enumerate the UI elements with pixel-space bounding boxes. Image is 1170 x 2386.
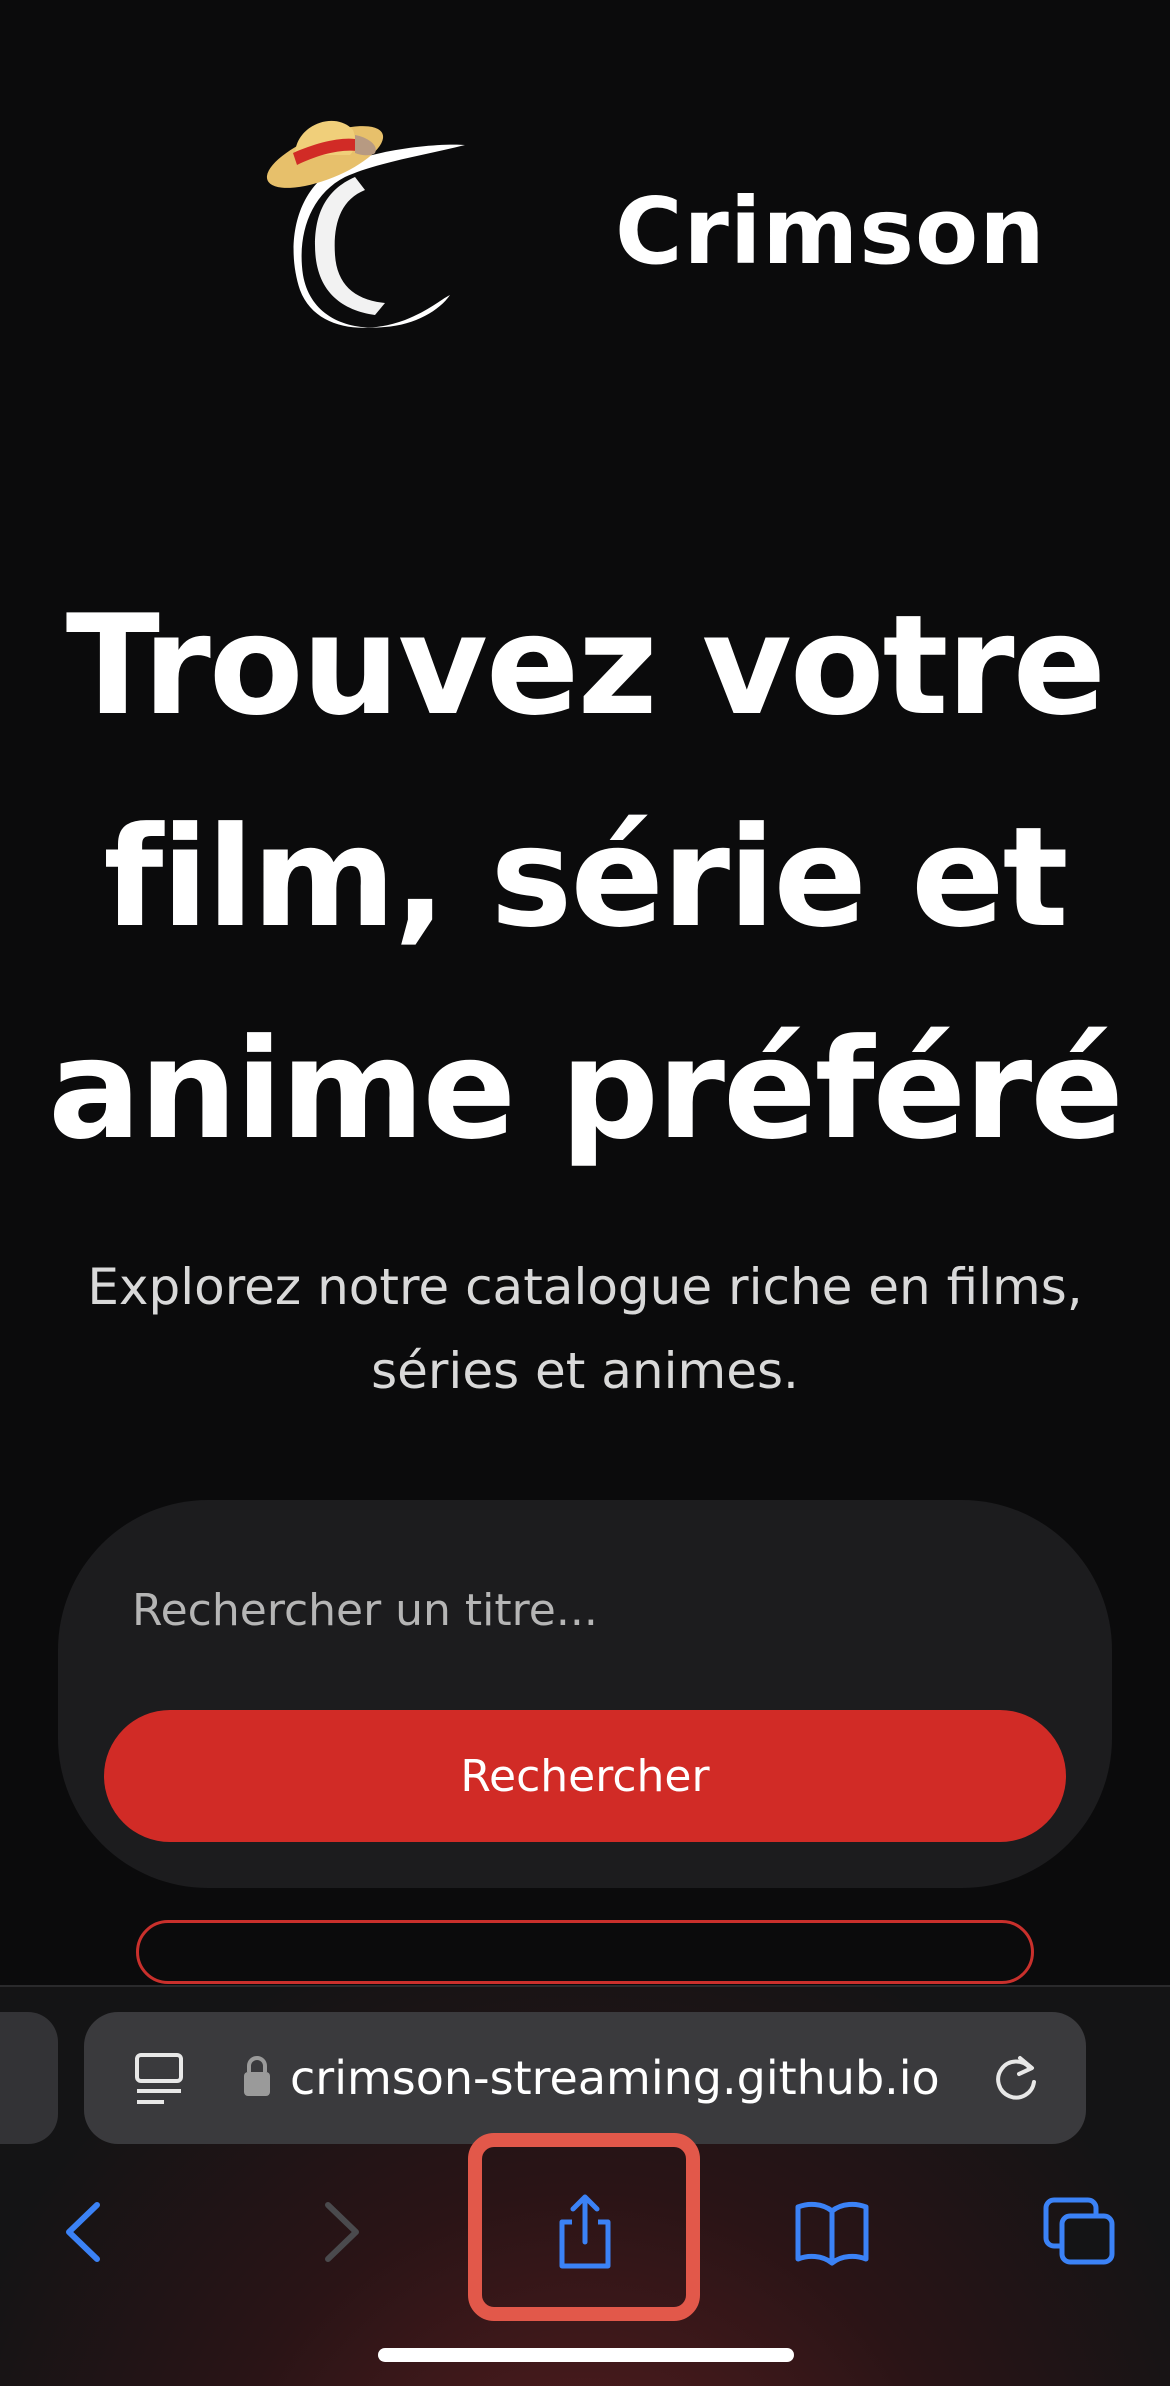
- search-card: Rechercher: [58, 1500, 1112, 1888]
- home-indicator[interactable]: [378, 2348, 794, 2362]
- reload-icon[interactable]: [990, 2052, 1042, 2104]
- hero-subtitle: Explorez notre catalogue riche en films,…: [87, 1258, 1083, 1400]
- previous-tab-preview[interactable]: [0, 2012, 58, 2144]
- bookmarks-button[interactable]: [777, 2177, 887, 2287]
- search-button[interactable]: Rechercher: [104, 1710, 1066, 1842]
- hero-title: Trouvez votre film, série et anime préfé…: [0, 560, 1170, 1196]
- crimson-logo[interactable]: [255, 95, 485, 345]
- url-text[interactable]: crimson-streaming.github.io: [290, 2046, 1010, 2110]
- brand-name: Crimson: [615, 178, 1046, 285]
- search-input[interactable]: [132, 1570, 1032, 1650]
- lock-icon: [244, 2056, 270, 2096]
- book-icon: [795, 2201, 869, 2266]
- address-bar[interactable]: crimson-streaming.github.io: [84, 2012, 1086, 2144]
- chevron-right-icon: [325, 2202, 359, 2262]
- chevron-left-icon: [66, 2202, 100, 2262]
- tabs-icon: [1043, 2197, 1115, 2265]
- site-header: Crimson: [0, 0, 1170, 360]
- share-highlight-box: [468, 2133, 700, 2321]
- hero-title-line: film, série et: [103, 797, 1068, 958]
- tabs-button[interactable]: [1025, 2177, 1135, 2287]
- forward-button[interactable]: [285, 2177, 395, 2287]
- hero-title-line: anime préféré: [48, 1009, 1124, 1170]
- page-menu-icon[interactable]: [134, 2052, 184, 2106]
- hero-title-line: Trouvez votre: [65, 585, 1106, 746]
- outlined-button[interactable]: [136, 1920, 1034, 1984]
- back-button[interactable]: [30, 2177, 140, 2287]
